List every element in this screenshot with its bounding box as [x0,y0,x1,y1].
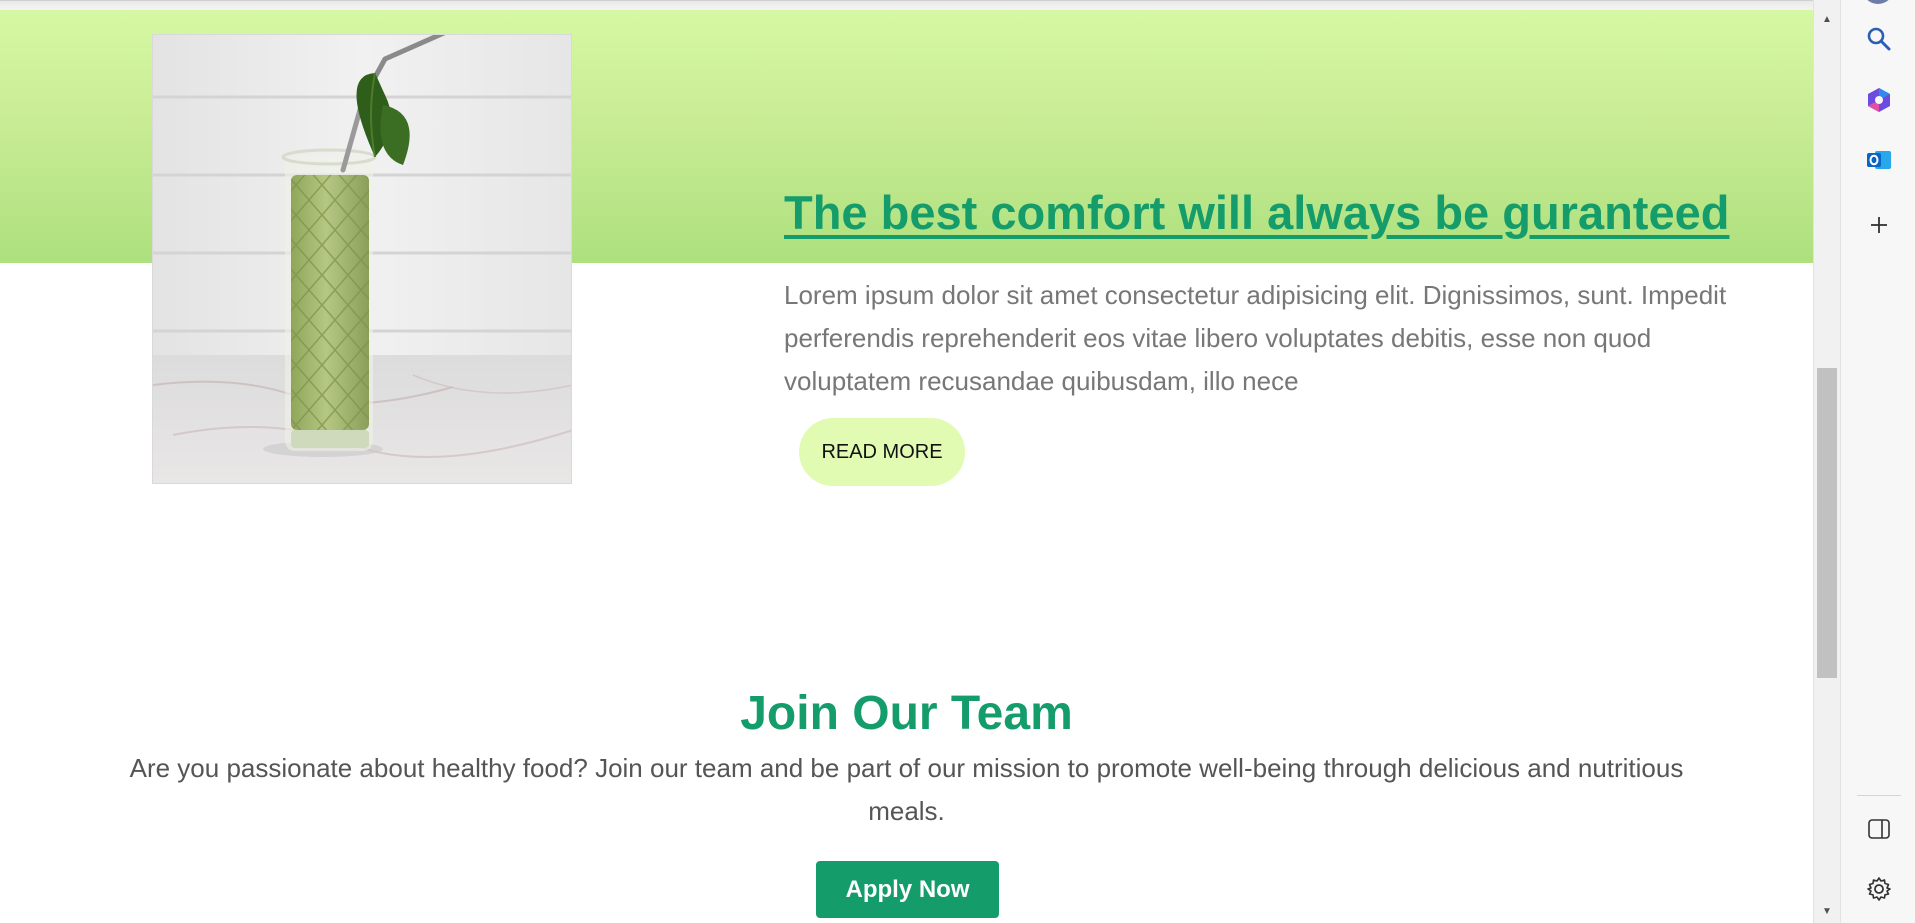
join-team-title: Join Our Team [740,687,1073,740]
top-divider [0,1,1813,10]
sidebar-toggle-icon[interactable] [1859,809,1899,849]
feature-body-text: Lorem ipsum dolor sit amet consectetur a… [784,280,1727,396]
join-team-text: Are you passionate about healthy food? J… [129,753,1684,826]
scrollbar-thumb[interactable] [1817,368,1837,678]
copilot-icon[interactable] [1859,80,1899,120]
read-more-button[interactable]: READ MORE [799,418,965,486]
scroll-up-arrow-icon[interactable]: ▲ [1814,9,1840,31]
smoothie-image [152,34,572,484]
outlook-icon[interactable] [1859,140,1899,180]
vertical-scrollbar[interactable]: ▲ ▼ [1813,0,1840,923]
feature-headline[interactable]: The best comfort will always be gurantee… [784,185,1729,240]
apply-now-button[interactable]: Apply Now [816,861,999,918]
sidebar-divider [1857,795,1901,796]
page-viewport: The best comfort will always be gurantee… [0,0,1813,923]
browser-sidebar [1840,0,1915,923]
search-icon[interactable] [1859,19,1899,59]
add-icon[interactable] [1859,205,1899,245]
scroll-down-arrow-icon[interactable]: ▼ [1814,901,1840,923]
settings-icon[interactable] [1859,869,1899,909]
